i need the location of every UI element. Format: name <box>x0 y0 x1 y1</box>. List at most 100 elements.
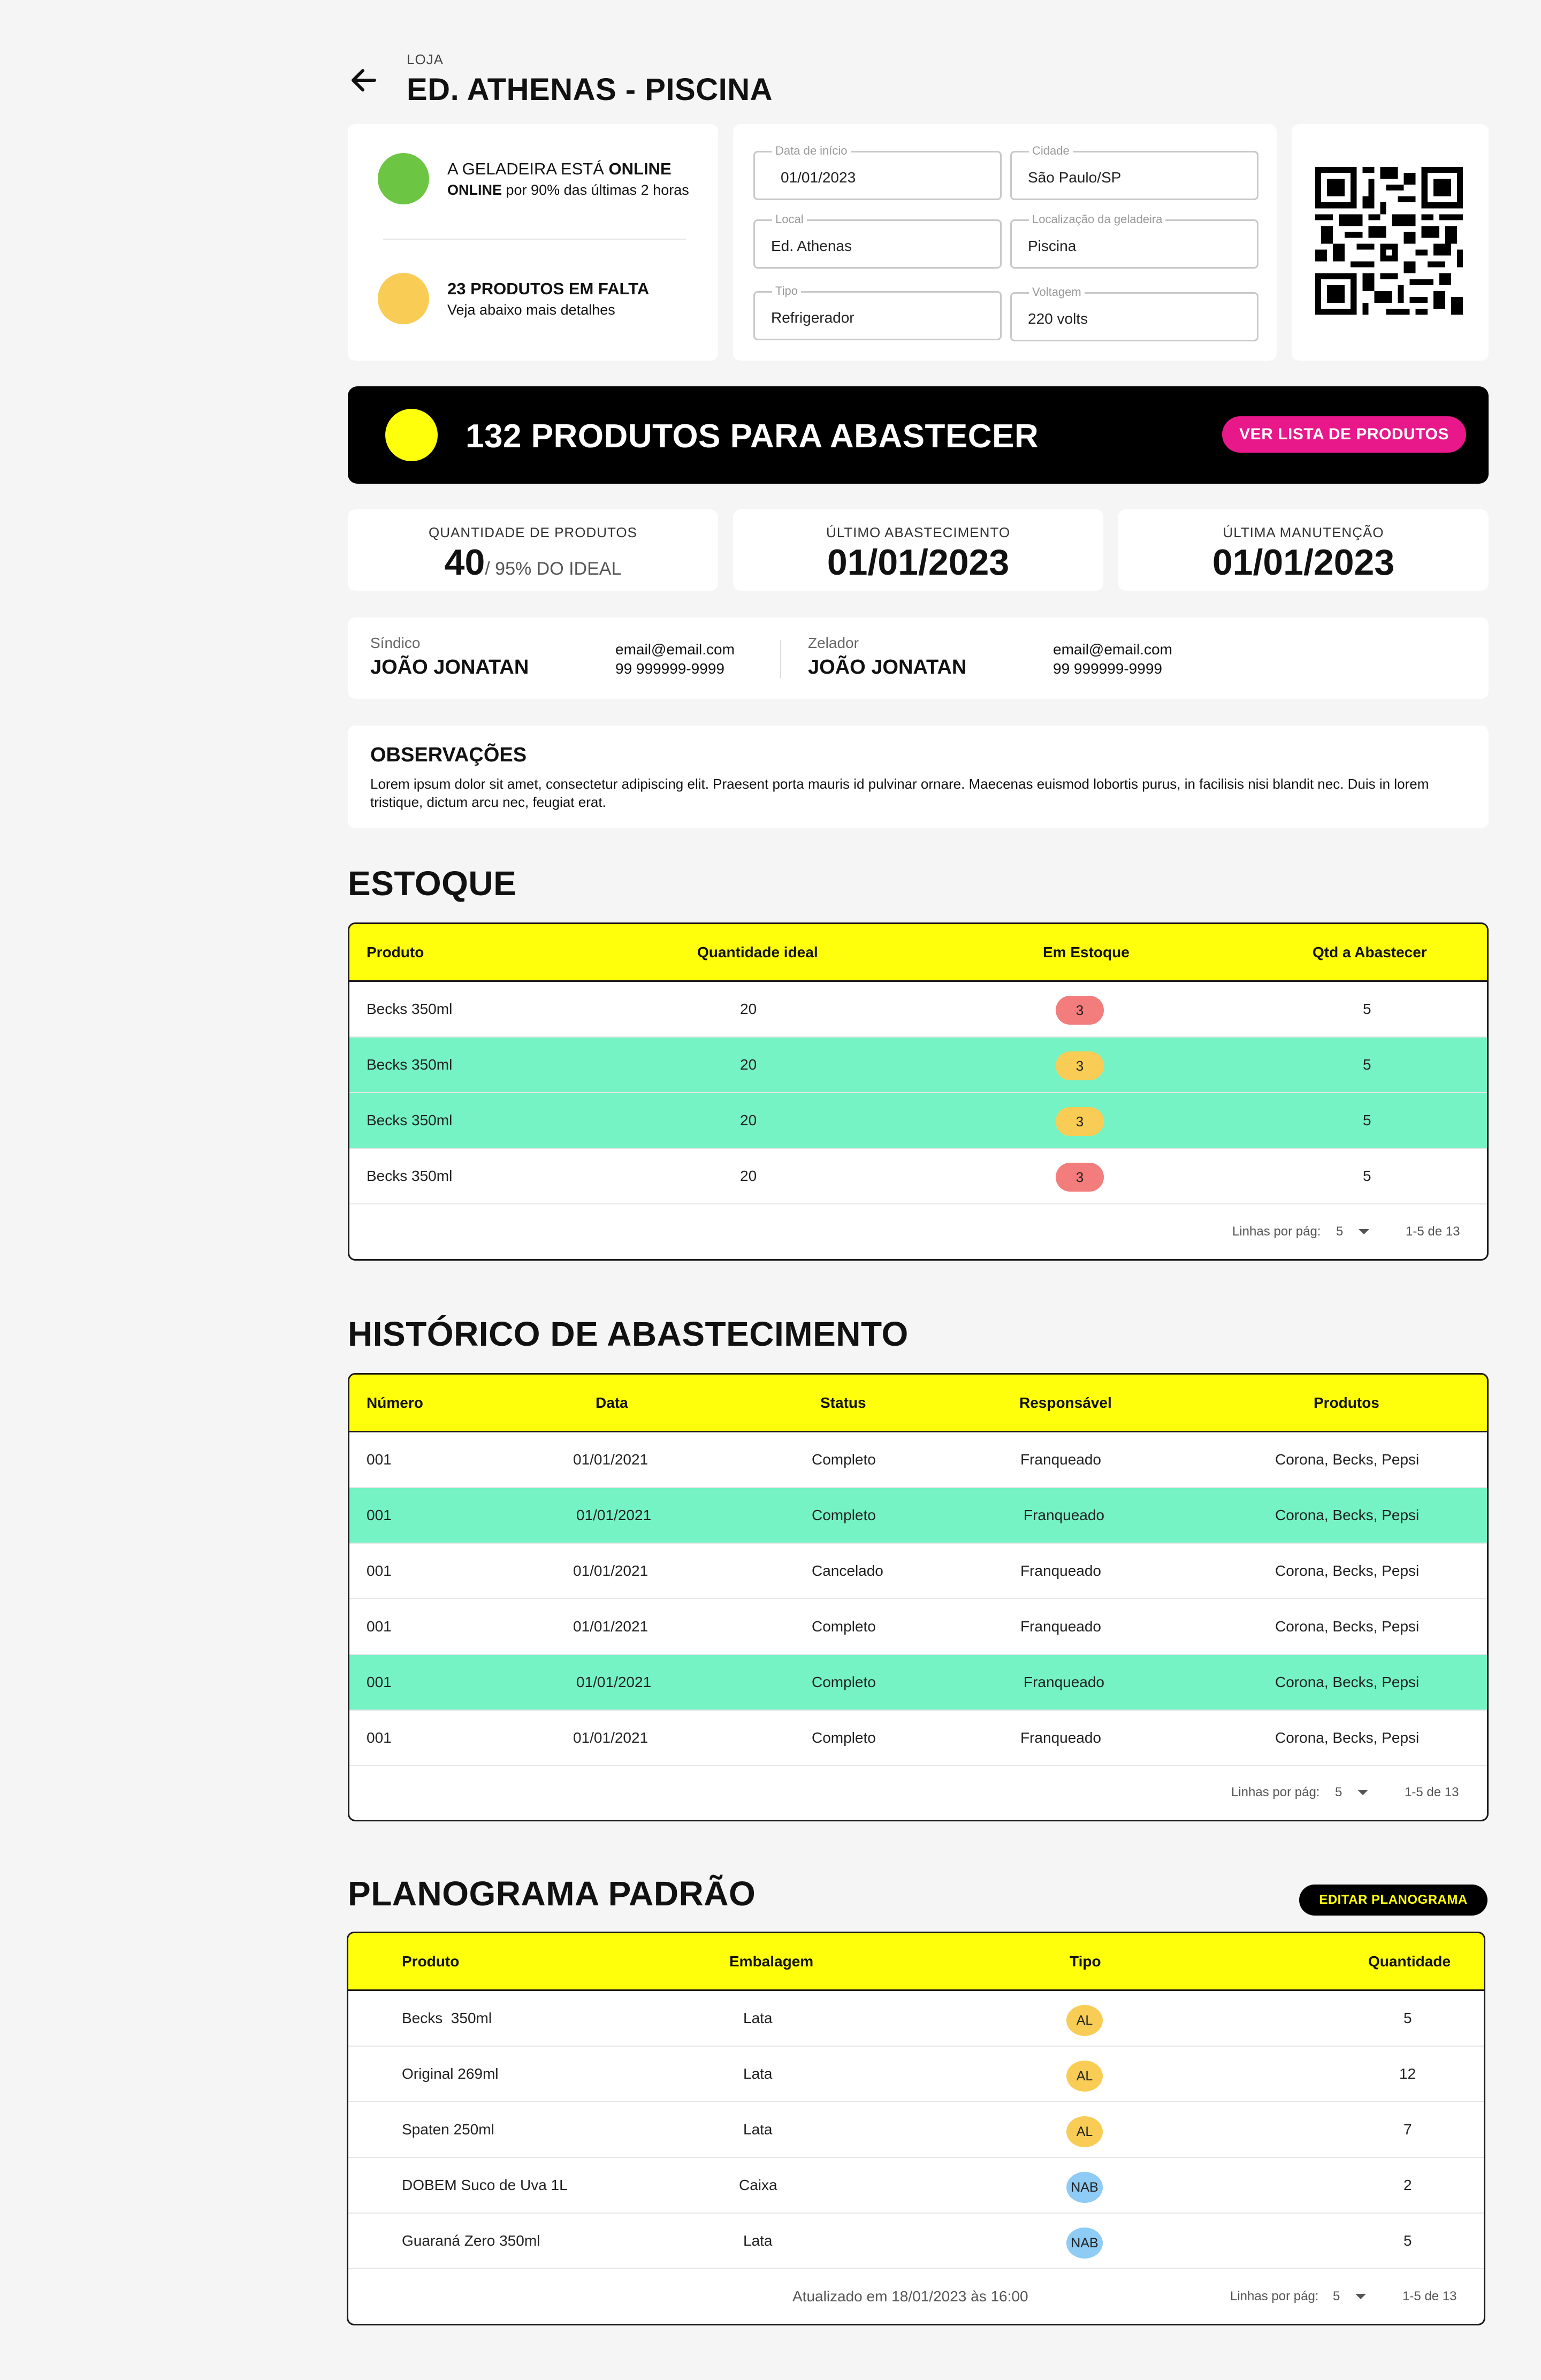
table-header: Produto Quantidade ideal Em Estoque Qtd … <box>349 924 1487 982</box>
table-row[interactable]: 001 01/01/2021 Completo Franqueado Coron… <box>349 1655 1487 1711</box>
cell-quantity: 2 <box>1403 2177 1412 2193</box>
table-row[interactable]: 001 01/01/2021 Completo Franqueado Coron… <box>349 1599 1487 1655</box>
col-quantity[interactable]: Quantidade <box>1368 1933 1451 1989</box>
col-package[interactable]: Embalagem <box>729 1933 813 1989</box>
type-badge: AL <box>1066 2116 1103 2147</box>
cell-ideal: 20 <box>740 1056 757 1073</box>
supply-banner: 132 PRODUTOS PARA ABASTECER VER LISTA DE… <box>348 386 1489 484</box>
cell-to-supply: 5 <box>1363 1056 1371 1073</box>
cell-status: Completo <box>812 1507 876 1523</box>
cell-products: Corona, Becks, Pepsi <box>1275 1618 1420 1635</box>
view-products-button[interactable]: VER LISTA DE PRODUTOS <box>1222 416 1466 453</box>
contact-email[interactable]: email@email.com <box>1053 640 1172 659</box>
cell-number: 001 <box>367 1618 392 1635</box>
missing-title: 23 PRODUTOS EM FALTA <box>447 279 650 298</box>
field-value: Ed. Athenas <box>771 238 852 254</box>
place-field[interactable]: Local Ed. Athenas <box>753 212 1002 269</box>
field-label: Local <box>772 212 807 226</box>
col-product[interactable]: Produto <box>367 924 424 980</box>
chevron-down-icon[interactable] <box>1357 1790 1368 1795</box>
cell-ideal: 20 <box>740 1112 757 1128</box>
qty-label: QUANTIDADE DE PRODUTOS <box>429 524 637 540</box>
online-prefix: A GELADEIRA ESTÁ <box>447 159 604 178</box>
cell-product: Becks 350ml <box>402 2010 492 2026</box>
notes-text: Lorem ipsum dolor sit amet, consectetur … <box>370 776 1429 810</box>
table-pagination: Atualizado em 18/01/2023 às 16:00 Linhas… <box>348 2269 1484 2324</box>
rows-per-page-label: Linhas por pág: <box>1231 1785 1320 1799</box>
updated-at: Atualizado em 18/01/2023 às 16:00 <box>792 2288 1028 2305</box>
chevron-down-icon[interactable] <box>1355 2294 1366 2299</box>
rows-per-page-select[interactable]: 5 <box>1336 1204 1343 1259</box>
col-to-supply[interactable]: Qtd a Abastecer <box>1313 924 1427 980</box>
cell-date: 01/01/2021 <box>576 1674 652 1690</box>
type-field[interactable]: Tipo Refrigerador <box>753 284 1002 340</box>
online-detail-bold: ONLINE <box>447 182 502 198</box>
cell-product: Original 269ml <box>402 2065 499 2082</box>
cell-owner: Franqueado <box>1020 1729 1102 1746</box>
table-header: Número Data Status Responsável Produtos <box>349 1375 1487 1432</box>
col-ideal[interactable]: Quantidade ideal <box>697 924 818 980</box>
info-card: Data de início 01/01/2023 Cidade São Pau… <box>733 124 1277 361</box>
contact-name: JOÃO JONATAN <box>808 656 967 678</box>
table-row[interactable]: Becks 350ml 20 3 5 <box>349 1038 1487 1093</box>
voltage-field[interactable]: Voltagem 220 volts <box>1010 285 1258 341</box>
field-value: São Paulo/SP <box>1028 169 1122 186</box>
table-row[interactable]: 001 01/01/2021 Completo Franqueado Coron… <box>349 1488 1487 1544</box>
table-row[interactable]: 001 01/01/2021 Completo Franqueado Coron… <box>349 1711 1487 1766</box>
col-type[interactable]: Tipo <box>1070 1933 1101 1989</box>
location-field[interactable]: Localização da geladeira Piscina <box>1010 212 1258 269</box>
contact-divider <box>780 640 781 678</box>
cell-product: Guaraná Zero 350ml <box>402 2232 540 2249</box>
contact-email[interactable]: email@email.com <box>615 640 735 659</box>
table-row[interactable]: Spaten 250ml Lata AL 7 <box>348 2102 1484 2158</box>
col-number[interactable]: Número <box>367 1375 423 1431</box>
cell-date: 01/01/2021 <box>573 1451 649 1468</box>
rows-per-page-select[interactable]: 5 <box>1335 1765 1342 1820</box>
chevron-down-icon[interactable] <box>1359 1229 1369 1234</box>
start-date-field[interactable]: Data de início 01/01/2023 <box>753 144 1002 200</box>
col-status[interactable]: Status <box>820 1375 866 1431</box>
col-in-stock[interactable]: Em Estoque <box>1043 924 1130 980</box>
cell-package: Lata <box>743 2232 773 2249</box>
field-value: 220 volts <box>1028 310 1088 327</box>
table-row[interactable]: Guaraná Zero 350ml Lata NAB 5 <box>348 2214 1484 2269</box>
online-indicator <box>378 153 429 204</box>
cell-package: Lata <box>743 2010 773 2026</box>
cell-products: Corona, Becks, Pepsi <box>1275 1507 1420 1523</box>
rows-per-page-select[interactable]: 5 <box>1333 2269 1340 2324</box>
cell-quantity: 5 <box>1403 2010 1412 2026</box>
page-title: ED. ATHENAS - PISCINA <box>407 72 773 107</box>
cell-number: 001 <box>367 1562 392 1579</box>
col-product[interactable]: Produto <box>402 1933 459 1989</box>
table-row[interactable]: Becks 350ml Lata AL 5 <box>348 1991 1484 2047</box>
cell-status: Completo <box>812 1674 876 1690</box>
arrow-left-icon[interactable] <box>347 63 381 97</box>
table-row[interactable]: 001 01/01/2021 Completo Franqueado Coron… <box>349 1432 1487 1488</box>
type-badge: NAB <box>1066 2228 1103 2259</box>
table-row[interactable]: Original 269ml Lata AL 12 <box>348 2047 1484 2102</box>
cell-date: 01/01/2021 <box>573 1618 649 1635</box>
cell-owner: Franqueado <box>1020 1562 1102 1579</box>
table-row[interactable]: Becks 350ml 20 3 5 <box>349 982 1487 1038</box>
col-products[interactable]: Produtos <box>1314 1375 1379 1431</box>
cell-status: Cancelado <box>812 1562 883 1579</box>
missing-detail: Veja abaixo mais detalhes <box>447 302 615 318</box>
rows-per-page-label: Linhas por pág: <box>1230 2289 1319 2303</box>
table-row[interactable]: Becks 350ml 20 3 5 <box>349 1149 1487 1204</box>
cell-product: DOBEM Suco de Uva 1L <box>402 2177 568 2193</box>
table-row[interactable]: DOBEM Suco de Uva 1L Caixa NAB 2 <box>348 2158 1484 2214</box>
table-row[interactable]: 001 01/01/2021 Cancelado Franqueado Coro… <box>349 1544 1487 1599</box>
table-row[interactable]: Becks 350ml 20 3 5 <box>349 1093 1487 1149</box>
last-maint-card: ÚLTIMA MANUTENÇÃO 01/01/2023 <box>1118 509 1489 591</box>
cell-quantity: 7 <box>1403 2121 1412 2138</box>
cell-product: Becks 350ml <box>367 1112 453 1128</box>
contact-role: Síndico <box>370 635 421 651</box>
col-date[interactable]: Data <box>596 1375 628 1431</box>
cell-owner: Franqueado <box>1020 1618 1102 1635</box>
col-owner[interactable]: Responsável <box>1019 1375 1112 1431</box>
cell-to-supply: 5 <box>1363 1112 1371 1128</box>
cell-status: Completo <box>812 1618 876 1635</box>
stock-title: ESTOQUE <box>348 864 517 903</box>
edit-planogram-button[interactable]: EDITAR PLANOGRAMA <box>1299 1885 1487 1916</box>
city-field[interactable]: Cidade São Paulo/SP <box>1010 144 1258 200</box>
